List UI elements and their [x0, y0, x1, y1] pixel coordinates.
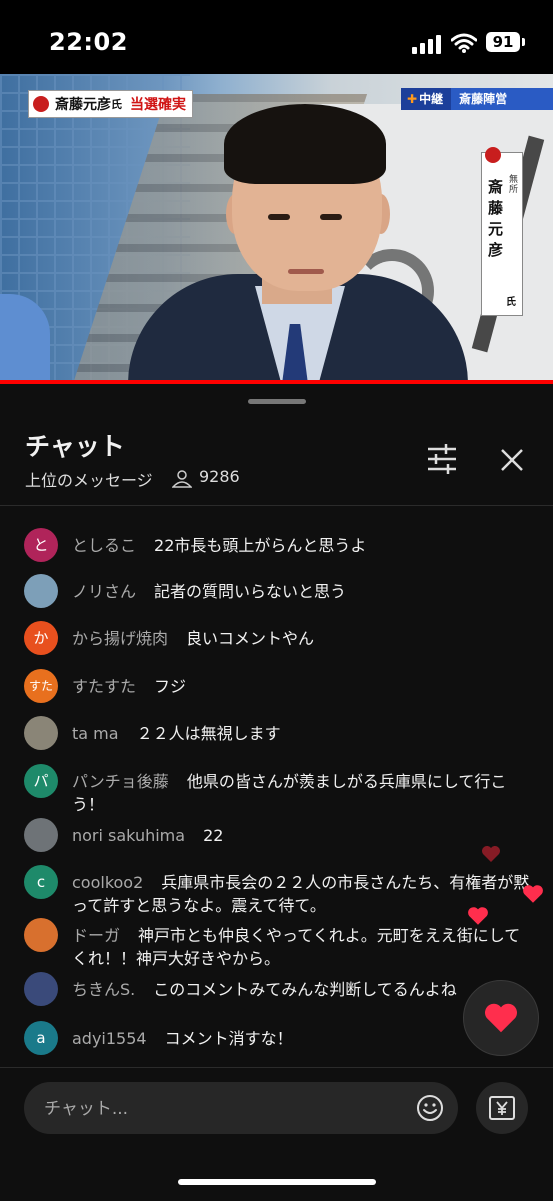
- rose-icon: [485, 147, 501, 163]
- speaker-eye: [320, 214, 342, 220]
- sliders-icon[interactable]: [422, 441, 462, 477]
- battery-icon: 91: [486, 32, 520, 52]
- avatar[interactable]: か: [24, 621, 58, 655]
- message-line: ta ma ２２人は無視します: [72, 722, 532, 745]
- message-line: nori sakuhima 22: [72, 824, 532, 847]
- message-author[interactable]: ドーガ: [72, 926, 120, 945]
- message-author[interactable]: coolkoo2: [72, 873, 143, 892]
- speaker-eye: [268, 214, 290, 220]
- drag-handle[interactable]: [248, 399, 306, 404]
- message-text: 神戸市とも仲良くやってくれよ。元町をええ街にしてくれ！！神戸大好きやから。: [72, 926, 521, 968]
- message-line: coolkoo2 兵庫県市長会の２２人の市長さんたち、有権者が黙って許すと思うなよ…: [72, 871, 532, 917]
- message-author[interactable]: パンチョ後藤: [72, 772, 169, 791]
- chat-input[interactable]: [42, 1094, 406, 1124]
- heart-reaction-button[interactable]: [463, 980, 539, 1056]
- speaker-mouth: [288, 269, 324, 274]
- avatar[interactable]: c: [24, 865, 58, 899]
- person-icon: [172, 470, 192, 488]
- super-chat-button[interactable]: [476, 1082, 528, 1134]
- avatar[interactable]: [24, 716, 58, 750]
- honorific: 氏: [111, 98, 122, 111]
- message-text: ２２人は無視します: [136, 724, 281, 743]
- message-text: コメント消すな！: [164, 1029, 293, 1048]
- message-author[interactable]: ノリさん: [72, 582, 136, 601]
- message-author[interactable]: ちきんS.: [72, 980, 135, 999]
- floating-heart-icon: [468, 907, 488, 925]
- speaker-hair: [224, 104, 386, 184]
- close-icon[interactable]: [494, 442, 530, 478]
- avatar[interactable]: [24, 918, 58, 952]
- message-line: adyi1554 コメント消すな！: [72, 1027, 532, 1050]
- chat-input-container[interactable]: [24, 1082, 458, 1134]
- live-label-text: 中継: [419, 92, 444, 106]
- message-author[interactable]: adyi1554: [72, 1029, 147, 1048]
- message-line: パンチョ後藤 他県の皆さんが羨ましがる兵庫県にして行こう！: [72, 770, 532, 816]
- home-indicator: [178, 1179, 376, 1185]
- status-bar: 22:02 91: [0, 0, 553, 74]
- yen-icon: [489, 1096, 515, 1120]
- viewer-count: 9286: [199, 467, 240, 486]
- live-location-tag: ✚ 中継 斎藤陣営: [401, 88, 553, 110]
- clock: 22:02: [49, 28, 128, 56]
- avatar[interactable]: [24, 574, 58, 608]
- message-line: としるこ 22市長も頭上がらんと思うよ: [72, 534, 532, 557]
- wifi-icon: [451, 33, 477, 53]
- video-player[interactable]: 斎藤元彦 氏 当選確実 ✚ 中継 斎藤陣営 無所 斎藤元彦 氏: [0, 74, 553, 384]
- avatar[interactable]: すた: [24, 669, 58, 703]
- floating-heart-icon: [482, 846, 500, 862]
- avatar[interactable]: [24, 818, 58, 852]
- election-status: 当選確実: [130, 97, 186, 113]
- rose-icon: [33, 96, 49, 112]
- live-label: ✚ 中継: [401, 88, 452, 110]
- elected-banner: 斎藤元彦 氏 当選確実: [28, 90, 193, 118]
- live-location: 斎藤陣営: [451, 88, 553, 110]
- vertical-candidate-name: 斎藤元彦: [488, 178, 504, 259]
- battery-tip: [522, 38, 525, 46]
- message-author[interactable]: ta ma: [72, 724, 119, 743]
- heart-icon: [485, 1003, 517, 1033]
- vertical-honorific: 氏: [506, 297, 516, 308]
- chat-mode-selector[interactable]: 上位のメッセージ: [25, 467, 153, 491]
- message-text: 良いコメントやん: [186, 629, 315, 648]
- chat-title: チャット: [25, 432, 125, 461]
- message-author[interactable]: すたすた: [72, 677, 136, 696]
- divider: [0, 505, 553, 506]
- signal-icon: [412, 34, 442, 54]
- avatar[interactable]: と: [24, 528, 58, 562]
- message-text: このコメントみてみんな判断してるんよね: [153, 980, 457, 999]
- avatar[interactable]: [24, 972, 58, 1006]
- message-line: ドーガ 神戸市とも仲良くやってくれよ。元町をええ街にしてくれ！！神戸大好きやから。: [72, 924, 532, 970]
- message-line: すたすた フジ: [72, 675, 532, 698]
- vertical-name-banner: 無所 斎藤元彦 氏: [481, 147, 523, 316]
- message-line: ノリさん 記者の質問いらないと思う: [72, 580, 532, 603]
- floating-heart-icon: [523, 885, 543, 903]
- message-text: 22市長も頭上がらんと思うよ: [154, 536, 367, 555]
- avatar[interactable]: パ: [24, 764, 58, 798]
- message-text: 記者の質問いらないと思う: [154, 582, 347, 601]
- chat-input-bar: [0, 1067, 553, 1201]
- party-label: 無所: [509, 175, 519, 195]
- message-line: から揚げ焼肉 良いコメントやん: [72, 627, 532, 650]
- candidate-name: 斎藤元彦: [55, 97, 111, 113]
- avatar[interactable]: a: [24, 1021, 58, 1055]
- message-author[interactable]: nori sakuhima: [72, 826, 185, 845]
- message-author[interactable]: としるこ: [72, 536, 136, 555]
- message-text: 22: [203, 826, 224, 845]
- message-author[interactable]: から揚げ焼肉: [72, 629, 168, 648]
- message-line: ちきんS. このコメントみてみんな判断してるんよね: [72, 978, 532, 1001]
- emoji-icon[interactable]: [416, 1094, 444, 1122]
- message-text: フジ: [154, 677, 187, 696]
